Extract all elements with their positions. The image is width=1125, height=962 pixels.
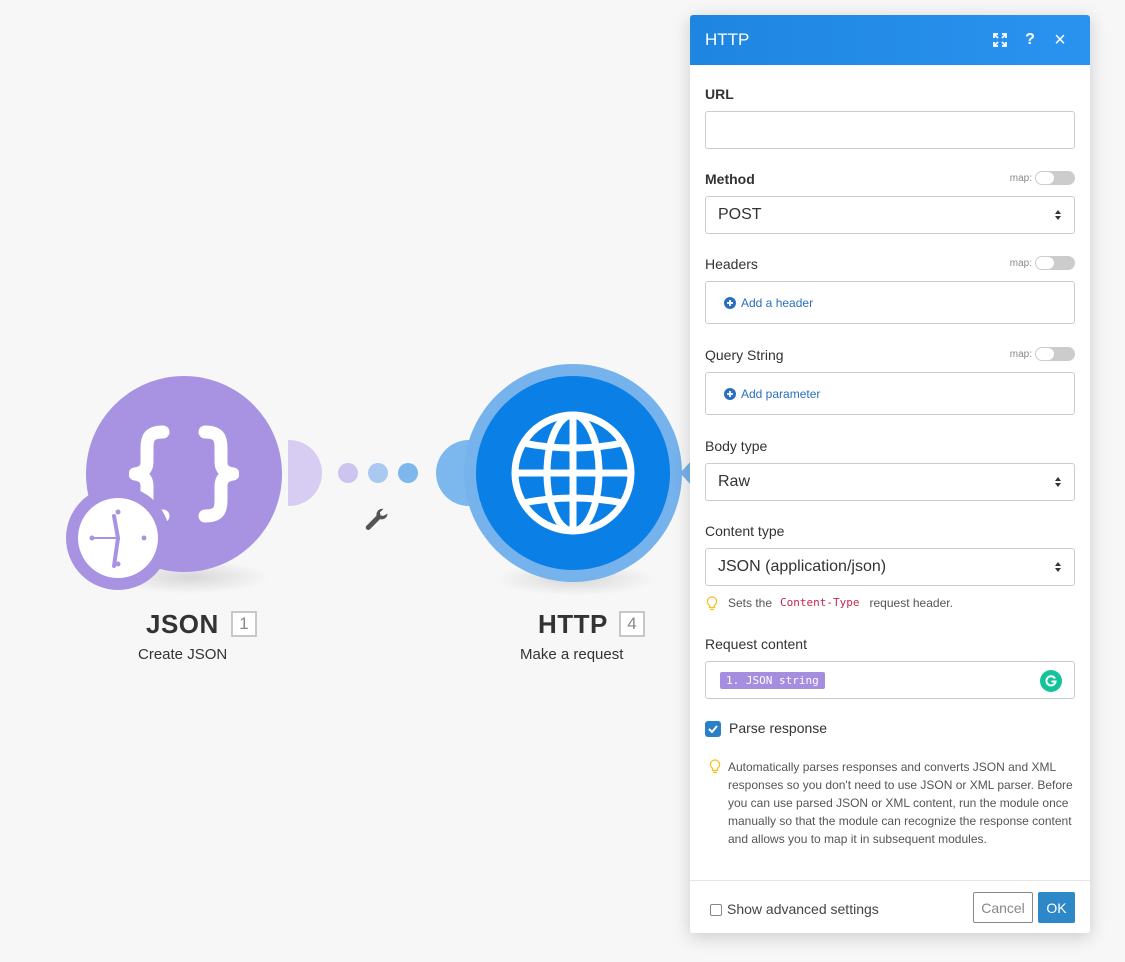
http-module-subtitle: Make a request: [520, 646, 624, 663]
dialog-footer: Show advanced settings Cancel OK: [690, 880, 1090, 933]
map-toggle-switch[interactable]: [1035, 347, 1075, 361]
parse-response-label[interactable]: Parse response: [729, 720, 827, 736]
query-string-label: Query String: [705, 347, 784, 363]
content-type-hint: Sets the Content-Type request header.: [705, 596, 953, 612]
grammarly-icon[interactable]: [1040, 670, 1062, 692]
show-advanced-checkbox[interactable]: [710, 904, 722, 916]
lightbulb-icon: [709, 759, 721, 774]
body-type-label: Body type: [705, 438, 768, 454]
help-icon[interactable]: ?: [1015, 25, 1045, 55]
headers-label: Headers: [705, 256, 758, 272]
content-type-select[interactable]: JSON (application/json): [705, 548, 1075, 586]
close-icon[interactable]: ×: [1045, 25, 1075, 55]
add-header-label: Add a header: [741, 295, 814, 310]
globe-icon: [511, 411, 635, 535]
add-parameter-button[interactable]: Add parameter: [705, 372, 1075, 415]
content-type-value: JSON (application/json): [718, 558, 887, 575]
select-arrows-icon: [1055, 562, 1061, 572]
add-parameter-label: Add parameter: [741, 386, 821, 401]
parse-response-description: Automatically parses responses and conve…: [728, 760, 1073, 846]
map-label: map:: [1009, 348, 1032, 360]
headers-map-toggle[interactable]: map:: [1010, 256, 1075, 270]
map-label: map:: [1009, 257, 1032, 269]
dialog-title: HTTP: [705, 30, 750, 49]
url-input[interactable]: [705, 111, 1075, 149]
map-toggle-switch[interactable]: [1035, 171, 1075, 185]
map-label: map:: [1009, 172, 1032, 184]
wrench-icon[interactable]: [363, 506, 391, 534]
expand-icon[interactable]: [985, 25, 1015, 55]
json-module-badge: 1: [231, 611, 257, 637]
method-map-toggle[interactable]: map:: [1010, 171, 1075, 185]
method-value: POST: [718, 206, 762, 223]
connector-dot[interactable]: [338, 463, 358, 483]
http-module-title: HTTP: [538, 609, 608, 639]
cancel-button[interactable]: Cancel: [973, 892, 1033, 923]
request-content-label: Request content: [705, 636, 807, 652]
add-header-button[interactable]: Add a header: [705, 281, 1075, 324]
http-module-icon[interactable]: [476, 376, 670, 570]
json-module-title: JSON: [146, 609, 219, 639]
query-string-map-toggle[interactable]: map:: [1010, 347, 1075, 361]
connector-dot[interactable]: [368, 463, 388, 483]
hint-code: Content-Type: [780, 596, 860, 609]
plus-circle-icon: [724, 296, 736, 309]
http-module-badge: 4: [619, 611, 645, 637]
hint-suffix: request header.: [869, 596, 953, 610]
ok-button[interactable]: OK: [1038, 892, 1075, 923]
method-label: Method: [705, 171, 755, 187]
body-type-value: Raw: [718, 473, 751, 490]
map-toggle-switch[interactable]: [1035, 256, 1075, 270]
select-arrows-icon: [1055, 210, 1061, 220]
request-content-input[interactable]: 1. JSON string: [705, 661, 1075, 699]
plus-circle-icon: [724, 387, 736, 400]
show-advanced-label[interactable]: Show advanced settings: [727, 901, 879, 917]
http-settings-dialog: HTTP ? × URL Method map: POST Headers ma…: [690, 15, 1090, 933]
url-label: URL: [705, 86, 734, 102]
json-module-output-handle[interactable]: [288, 440, 322, 506]
select-arrows-icon: [1055, 477, 1061, 487]
content-type-label: Content type: [705, 523, 785, 539]
mapped-value-pill[interactable]: 1. JSON string: [720, 671, 825, 689]
parse-response-checkbox[interactable]: [705, 721, 721, 737]
hint-prefix: Sets the: [728, 596, 773, 610]
method-select[interactable]: POST: [705, 196, 1075, 234]
lightbulb-icon: [706, 596, 718, 611]
body-type-select[interactable]: Raw: [705, 463, 1075, 501]
dialog-header: HTTP ? ×: [690, 15, 1090, 65]
connector-dot[interactable]: [398, 463, 418, 483]
clock-icon[interactable]: [66, 486, 170, 590]
json-module-subtitle: Create JSON: [138, 646, 228, 663]
